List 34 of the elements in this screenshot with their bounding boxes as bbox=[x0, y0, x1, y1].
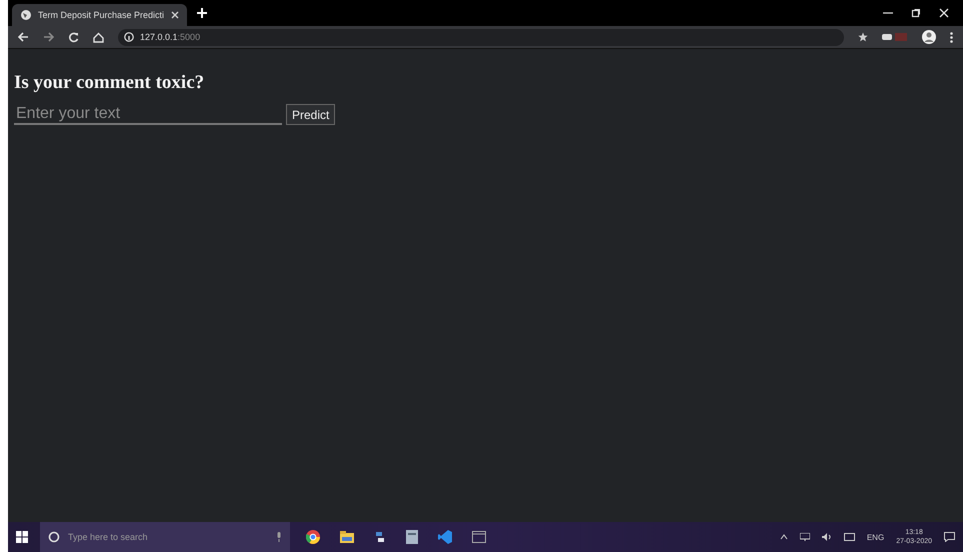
taskbar-search-field[interactable]: Type here to search bbox=[40, 522, 290, 552]
browser-tab[interactable]: Term Deposit Purchase Predicti bbox=[12, 4, 187, 26]
volume-icon[interactable] bbox=[822, 533, 832, 541]
tab-title: Term Deposit Purchase Predicti bbox=[38, 10, 165, 20]
restore-icon[interactable] bbox=[911, 8, 921, 18]
address-bar[interactable]: 127.0.0.1:5000 bbox=[118, 28, 844, 46]
forward-icon[interactable] bbox=[43, 32, 54, 42]
page-heading: Is your comment toxic? bbox=[14, 72, 206, 94]
extension-icon[interactable] bbox=[882, 32, 908, 42]
language-indicator[interactable]: ENG bbox=[866, 532, 884, 542]
avatar-icon[interactable] bbox=[922, 30, 936, 44]
notebook-icon[interactable] bbox=[406, 530, 418, 544]
folder-icon[interactable] bbox=[340, 531, 354, 543]
microphone-icon[interactable] bbox=[276, 532, 282, 542]
code-editor-icon[interactable] bbox=[438, 530, 452, 544]
back-icon[interactable] bbox=[18, 32, 29, 42]
chrome-icon[interactable] bbox=[306, 530, 320, 544]
chevron-up-icon[interactable] bbox=[780, 534, 788, 540]
notification-icon[interactable] bbox=[944, 532, 955, 542]
home-icon[interactable] bbox=[93, 32, 104, 42]
close-icon[interactable] bbox=[939, 8, 949, 18]
info-icon bbox=[124, 32, 134, 42]
predict-button[interactable]: Predict bbox=[286, 104, 336, 125]
new-tab-icon[interactable] bbox=[197, 8, 207, 18]
url-host: 127.0.0.1 bbox=[140, 32, 178, 42]
star-icon[interactable] bbox=[858, 32, 868, 42]
windows-start-icon[interactable] bbox=[16, 531, 28, 543]
url-port: :5000 bbox=[178, 32, 200, 42]
reload-icon[interactable] bbox=[68, 32, 79, 42]
circle-icon bbox=[48, 531, 60, 543]
menu-icon[interactable] bbox=[950, 32, 953, 42]
close-icon[interactable] bbox=[171, 11, 179, 19]
window-icon[interactable] bbox=[472, 531, 486, 543]
text-input[interactable]: Enter your text bbox=[14, 104, 282, 124]
